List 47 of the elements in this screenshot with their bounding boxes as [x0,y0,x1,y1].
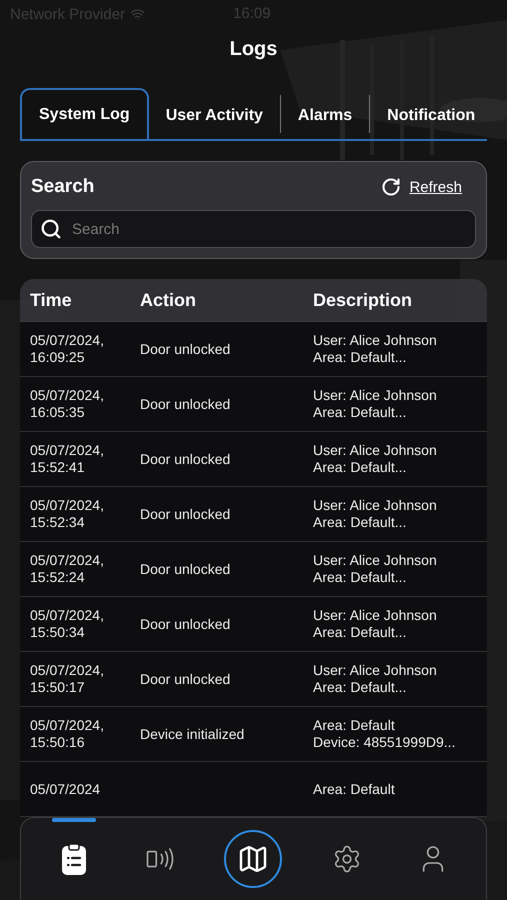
search-field[interactable]: Search [31,210,476,248]
description-cell-text: User: Alice Johnson Area: Default... [313,387,438,421]
log-row[interactable]: 05/07/2024, 15:52:24 Door unlocked User: Alice Johnson Area: Default... [20,542,487,597]
search-input[interactable]: Search [70,211,467,247]
log-row[interactable]: 05/07/2024, 15:50:16 Device initialized Area: Default Device: 48551999D9... [20,707,487,762]
log-row[interactable]: 05/07/2024, 15:50:17 Door unlocked User: Alice Johnson Area: Default... [20,652,487,707]
time-cell-text: 05/07/2024, 15:52:24 [30,552,105,586]
column-header: Description [313,290,414,310]
time-cell-text: 05/07/2024, 15:52:34 [30,497,105,531]
tab[interactable]: User Activity [148,93,280,139]
action-cell-text: Door unlocked [140,670,232,688]
action-cell-text: Door unlocked [140,506,232,522]
time-cell-text: 05/07/2024, 16:09:25 [30,332,105,366]
log-row[interactable]: 05/07/2024, 15:52:41 Door unlocked User: Alice Johnson Area: Default... [20,432,487,487]
description-cell-text: Area: Default Device: 48551999D9... [313,717,456,751]
description-cell-text: User: Alice Johnson Area: Default... [313,607,438,641]
action-cell-text: Door unlocked [140,450,232,468]
tab[interactable]: Alarms [280,93,370,139]
time-cell-text: 05/07/2024, 15:50:16 [30,717,105,751]
search-title: Search [31,176,94,198]
description-cell-text: User: Alice Johnson Area: Default... [313,332,438,366]
log-row[interactable]: 05/07/2024, 16:05:35 Door unlocked User: Alice Johnson Area: Default... [20,377,487,432]
description-cell-text: User: Alice Johnson Area: Default... [313,442,438,476]
log-row[interactable]: 05/07/2024, 16:09:25 Door unlocked User: Alice Johnson Area: Default... [20,322,487,377]
action-cell-text: Device initialized [140,726,246,742]
action-cell-text: Door unlocked [140,560,232,578]
log-row[interactable]: 05/07/2024, 15:52:34 Door unlocked User: Alice Johnson Area: Default... [20,487,487,542]
description-cell-text: User: Alice Johnson Area: Default... [313,552,438,586]
tab[interactable]: Notification [370,93,487,139]
tab[interactable]: System Log [20,88,149,139]
time-cell-text: 05/07/2024, 16:05:35 [30,387,105,421]
time-cell-text: 05/07/2024, 15:52:41 [30,442,105,476]
refresh-button[interactable]: Refresh [381,177,476,197]
description-cell-text: User: Alice Johnson Area: Default... [313,662,438,696]
column-header: Time [30,290,73,310]
log-row[interactable]: 05/07/2024 Area: Default [20,762,487,817]
column-header: Action [140,290,197,310]
action-cell-text: Door unlocked [140,616,232,632]
action-cell-text: Door unlocked [140,340,232,358]
description-cell-text: Area: Default [313,780,396,798]
page-title: Logs [228,38,278,62]
time-cell-text: 05/07/2024, 15:50:34 [30,607,105,641]
time-cell-text: 05/07/2024, 15:50:17 [30,662,105,696]
log-row[interactable]: 05/07/2024, 15:50:34 Door unlocked User: Alice Johnson Area: Default... [20,597,487,652]
time-cell-text: 05/07/2024 [30,780,102,798]
description-cell-text: User: Alice Johnson Area: Default... [313,497,438,531]
action-cell-text: Door unlocked [140,396,232,412]
